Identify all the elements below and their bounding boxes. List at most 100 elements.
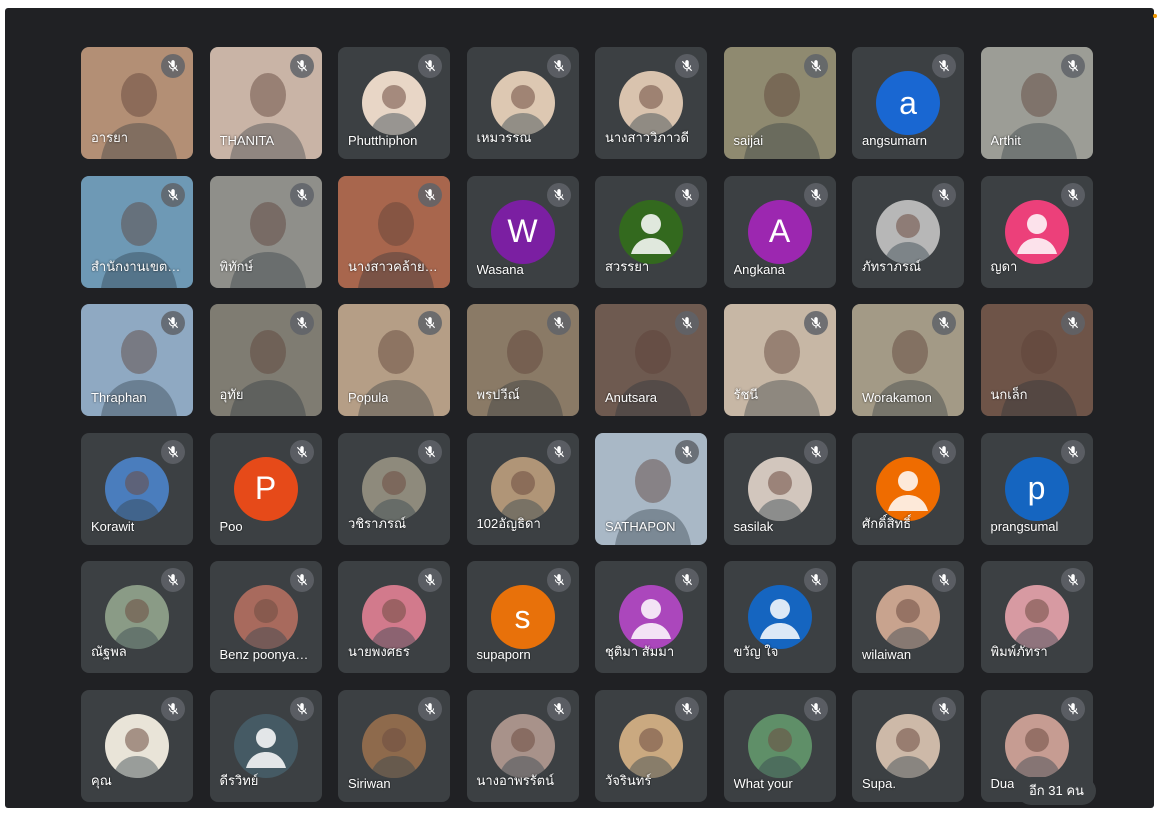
participant-tile[interactable]: a angsumarn	[852, 47, 964, 159]
participant-tile[interactable]: วัจรินทร์	[595, 689, 707, 802]
participant-name: ศักดิ์สิทธิ์	[862, 515, 912, 531]
avatar-photo	[105, 456, 169, 521]
participant-tile[interactable]: นางอาพรรัตน์	[466, 689, 579, 802]
mic-off-icon	[418, 54, 442, 78]
participant-tile[interactable]: วชิราภรณ์	[338, 432, 450, 545]
participant-tile[interactable]: นกเล็ก	[980, 304, 1093, 416]
mic-off-icon	[932, 182, 956, 207]
participant-name: อุทัย	[219, 387, 244, 402]
participant-tile[interactable]: นายพงศธร	[338, 561, 450, 673]
avatar-photo	[747, 456, 812, 521]
participant-name: What your	[733, 775, 793, 791]
mic-off-icon	[675, 696, 699, 721]
participant-tile[interactable]: พรปวีณ์	[466, 304, 579, 416]
participant-tile[interactable]: ณัฐพล	[81, 561, 193, 673]
mic-off-icon	[546, 439, 571, 464]
participant-tile[interactable]: Popula	[338, 304, 450, 416]
mic-off-icon	[289, 696, 314, 721]
participant-tile[interactable]: ศักดิ์สิทธิ์	[852, 432, 964, 545]
participant-name: ขวัญ ใจ	[733, 644, 779, 659]
participant-name: wilaiwan	[862, 647, 912, 662]
participant-tile[interactable]: wilaiwan	[852, 561, 964, 673]
participant-grid: อารยา THANITA Phutthiphon เหมวรรณ นางสาววิภา…	[81, 47, 1093, 802]
avatar-photo	[876, 199, 940, 264]
participant-name: คุณ	[91, 772, 112, 788]
participant-tile[interactable]: รัชนี	[723, 304, 836, 416]
person-icon	[876, 456, 940, 521]
participant-tile[interactable]: W Wasana	[466, 175, 579, 288]
participant-name: Angkana	[733, 261, 785, 277]
participant-tile[interactable]: Supa.	[852, 689, 964, 802]
mic-off-icon	[546, 54, 571, 78]
participant-tile[interactable]: พิทักษ์	[209, 175, 322, 288]
participant-tile[interactable]: 102อัญธิดา	[466, 432, 579, 545]
mic-off-icon	[1060, 311, 1085, 335]
participant-name: ชุติมา สัมมา	[605, 644, 675, 659]
participant-tile[interactable]: Phutthiphon	[338, 47, 450, 159]
participant-name: รัชนี	[733, 387, 759, 402]
participant-tile[interactable]: saijai	[723, 47, 836, 159]
status-dot	[1153, 14, 1157, 18]
avatar-photo	[747, 713, 812, 778]
participant-name: sasilak	[733, 518, 774, 534]
participant-tile[interactable]: Arthit	[980, 47, 1093, 159]
avatar-letter: s	[490, 585, 555, 649]
participant-tile[interactable]: อารยา	[81, 47, 193, 159]
participant-tile[interactable]: คุณ	[81, 689, 193, 802]
participant-name: นางสาวคล้ายจันทร์	[348, 258, 442, 274]
participant-name: วัจรินทร์	[605, 772, 652, 788]
participant-tile[interactable]: sasilak	[723, 432, 836, 545]
avatar-photo	[1004, 713, 1069, 778]
participant-tile[interactable]: อุทัย	[209, 304, 322, 416]
participant-tile[interactable]: Benz poonyaporn	[209, 561, 322, 673]
avatar-photo	[233, 585, 298, 649]
mic-off-icon	[932, 568, 956, 592]
participant-name: saijai	[733, 133, 764, 148]
participant-tile[interactable]: ชุติมา สัมมา	[595, 561, 707, 673]
mic-off-icon	[932, 54, 956, 78]
mic-off-icon	[546, 696, 571, 721]
avatar-letter: P	[233, 456, 298, 521]
mic-off-icon	[418, 439, 442, 464]
participant-tile[interactable]: Worakamon	[852, 304, 964, 416]
mic-off-icon	[418, 311, 442, 335]
participant-tile[interactable]: p prangsumal	[980, 432, 1093, 545]
participant-tile[interactable]: เหมวรรณ	[466, 47, 579, 159]
participant-name: Poo	[219, 518, 243, 534]
more-participants-chip[interactable]: อีก 31 คน	[1017, 777, 1096, 805]
participant-name: เหมวรรณ	[476, 130, 532, 145]
participant-tile[interactable]: Anutsara	[595, 304, 707, 416]
participant-tile[interactable]: What your	[723, 689, 836, 802]
participant-tile[interactable]: A Angkana	[723, 175, 836, 288]
participant-tile[interactable]: ดีรวิทย์	[209, 689, 322, 802]
mic-off-icon	[803, 182, 828, 207]
participant-tile[interactable]: Siriwan	[338, 689, 450, 802]
participant-tile[interactable]: นางสาววิภาวดี	[595, 47, 707, 159]
participant-tile[interactable]: Korawit	[81, 432, 193, 545]
avatar-photo	[362, 713, 426, 778]
participant-name: Korawit	[91, 518, 135, 534]
mic-off-icon	[418, 696, 442, 721]
participant-name: นกเล็ก	[990, 387, 1028, 402]
avatar-photo	[1004, 585, 1069, 649]
participant-tile[interactable]: THANITA	[209, 47, 322, 159]
participant-tile[interactable]: พิมพ์ภัทรา	[980, 561, 1093, 673]
participant-name: Benz poonyaporn	[219, 647, 314, 662]
participant-tile[interactable]: สำนักงานเขตพื้นที่	[81, 175, 193, 288]
avatar-letter: W	[490, 199, 555, 264]
participant-tile[interactable]: s supaporn	[466, 561, 579, 673]
avatar-letter: A	[747, 199, 812, 264]
participant-tile[interactable]: SATHAPON	[595, 432, 707, 545]
participant-tile[interactable]: P Poo	[209, 432, 322, 545]
participant-tile[interactable]: ขวัญ ใจ	[723, 561, 836, 673]
participant-tile[interactable]: นางสาวคล้ายจันทร์	[338, 175, 450, 288]
participant-tile[interactable]: ญดา	[980, 175, 1093, 288]
person-icon	[1004, 199, 1069, 264]
mic-off-icon	[675, 182, 699, 207]
participant-tile[interactable]: ภัทราภรณ์	[852, 175, 964, 288]
participant-tile[interactable]: Thraphan	[81, 304, 193, 416]
mic-off-icon	[675, 311, 699, 335]
mic-off-icon	[418, 568, 442, 592]
participant-tile[interactable]: สวรรยา	[595, 175, 707, 288]
mic-off-icon	[675, 439, 699, 464]
